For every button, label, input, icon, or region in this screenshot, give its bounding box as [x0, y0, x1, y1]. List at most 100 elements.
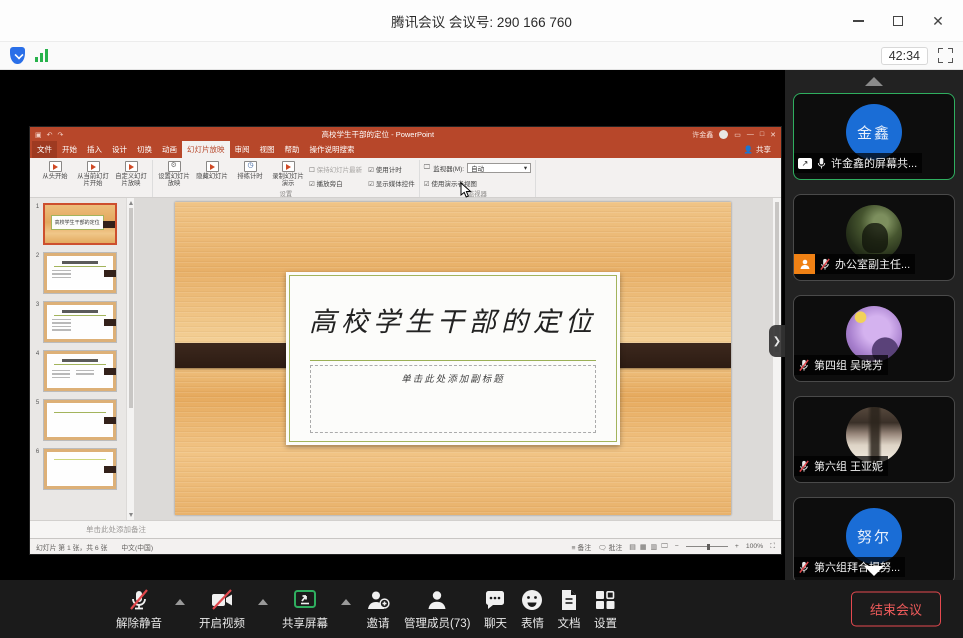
ppt-restore-icon[interactable]: □	[760, 131, 764, 138]
zoom-out-icon[interactable]: −	[675, 543, 679, 550]
end-meeting-button[interactable]: 结束会议	[851, 592, 941, 627]
hide-slide-button[interactable]: 隐藏幻灯片	[195, 161, 229, 180]
slide-thumbnail-row: 5	[32, 399, 126, 441]
slide-thumbnail-6[interactable]	[43, 448, 117, 490]
documents-button[interactable]: 文档	[557, 588, 580, 631]
slide-thumbnail-1[interactable]: 高校学生干部的定位	[43, 203, 117, 245]
title-slide[interactable]: 高校学生干部的定位 单击此处添加副标题	[175, 202, 731, 515]
ppt-tab-insert[interactable]: 插入	[82, 141, 107, 158]
meeting-security-icon[interactable]	[10, 47, 25, 64]
slide-area-scrollbar[interactable]	[772, 198, 781, 520]
slide-thumbnail-row: 2	[32, 252, 126, 294]
slide-editing-area: 高校学生干部的定位 单击此处添加副标题	[135, 198, 781, 520]
participants-scroll-up-icon[interactable]	[865, 77, 883, 86]
mic-muted-icon	[127, 588, 151, 612]
ppt-share-button[interactable]: 👤共享	[736, 141, 779, 158]
play-from-current-icon	[87, 161, 100, 172]
manage-members-button[interactable]: 管理成员(73)	[404, 588, 470, 631]
slide-thumbnail-2[interactable]	[43, 252, 117, 294]
share-options-chevron[interactable]	[341, 599, 351, 605]
slide-divider-line	[310, 360, 597, 361]
ppt-tab-animations[interactable]: 动画	[157, 141, 182, 158]
settings-button[interactable]: 设置	[593, 588, 617, 631]
language-status[interactable]: 中文(中国)	[121, 542, 153, 552]
ppt-tab-file[interactable]: 文件	[32, 141, 57, 158]
participant-tile-deputy-director[interactable]: 办公室副主任...	[793, 194, 955, 281]
mic-muted-icon	[819, 258, 831, 271]
notes-toggle-button[interactable]: ≡ 备注	[572, 542, 591, 552]
ppt-tab-design[interactable]: 设计	[107, 141, 132, 158]
zoom-slider[interactable]	[686, 546, 728, 547]
ppt-tab-view[interactable]: 视图	[255, 141, 280, 158]
slide-ribbon-decoration-right	[617, 343, 731, 368]
ppt-tab-home[interactable]: 开始	[57, 141, 82, 158]
from-current-slide-button[interactable]: 从当前幻灯片开始	[76, 161, 110, 187]
ppt-tab-transitions[interactable]: 切换	[132, 141, 157, 158]
screen-sharing-icon: ↗	[798, 158, 812, 169]
custom-slideshow-button[interactable]: 自定义幻灯片放映	[114, 161, 148, 187]
invite-button[interactable]: 邀请	[365, 588, 391, 631]
participant-name: 许金鑫的屏幕共...	[831, 155, 917, 171]
play-narrations-checkbox[interactable]: 播放旁白	[309, 178, 362, 188]
participant-tile-wuxiaofang[interactable]: 第四组 吴晓芳	[793, 295, 955, 382]
participants-scroll-down-icon[interactable]	[864, 566, 884, 576]
minimize-button[interactable]	[843, 7, 873, 35]
network-signal-icon[interactable]	[35, 49, 48, 62]
ribbon-group-start-slideshow: 从头开始 从当前幻灯片开始 自定义幻灯片放映	[34, 160, 153, 197]
slide-thumbnail-3[interactable]	[43, 301, 117, 343]
zoom-in-icon[interactable]: +	[735, 543, 739, 550]
use-timings-checkbox[interactable]: 使用计时	[368, 164, 415, 174]
subtitle-placeholder-box[interactable]: 单击此处添加副标题	[310, 365, 597, 432]
show-media-controls-checkbox[interactable]: 显示媒体控件	[368, 178, 415, 188]
unmute-button[interactable]: 解除静音	[116, 588, 162, 631]
close-button[interactable]: ✕	[923, 7, 953, 35]
emoji-button[interactable]: 表情	[520, 588, 544, 631]
slide-count-status: 幻灯片 第 1 张，共 6 张	[36, 542, 107, 552]
setup-slideshow-button[interactable]: 设置幻灯片放映	[157, 161, 191, 187]
thumbnail-panel-scrollbar[interactable]	[126, 198, 135, 520]
chat-button[interactable]: 聊天	[483, 588, 507, 631]
keep-slides-updated-checkbox[interactable]: 保持幻灯片最新	[309, 164, 362, 174]
share-screen-button[interactable]: 共享屏幕	[282, 588, 328, 631]
from-beginning-button[interactable]: 从头开始	[38, 161, 72, 180]
mic-options-chevron[interactable]	[175, 599, 185, 605]
sidebar-collapse-handle[interactable]: ❯	[769, 325, 785, 357]
avatar: 努尔	[846, 508, 902, 564]
rehearse-timings-button[interactable]: 排练计时	[233, 161, 267, 180]
ribbon-group-label	[38, 194, 148, 197]
ppt-ribbon-options-icon[interactable]: ▭	[734, 131, 741, 139]
slide-title-text[interactable]: 高校学生干部的定位	[286, 300, 620, 339]
start-video-button[interactable]: 开启视频	[199, 588, 245, 631]
ppt-tab-review[interactable]: 审阅	[230, 141, 255, 158]
participant-tile-wangyani[interactable]: 第六组 王亚妮	[793, 396, 955, 483]
host-badge-icon	[794, 254, 815, 274]
tencent-meeting-window: 腾讯会议 会议号: 290 166 760 ✕ 42:34 ▣↶↷ 高校学生干部…	[0, 0, 963, 638]
ppt-body: 1 高校学生干部的定位 2 3	[30, 198, 781, 520]
comments-toggle-button[interactable]: 🗨 批注	[598, 542, 622, 552]
maximize-button[interactable]	[883, 7, 913, 35]
monitor-dropdown[interactable]: 自动▾	[467, 163, 531, 173]
hide-slide-icon	[206, 161, 219, 172]
video-options-chevron[interactable]	[258, 599, 268, 605]
minimize-icon	[853, 20, 864, 22]
participant-name: 办公室副主任...	[835, 256, 910, 272]
ppt-notes-pane[interactable]: 单击此处添加备注	[30, 520, 781, 538]
ppt-quick-access-toolbar[interactable]: ▣↶↷	[35, 131, 63, 139]
ppt-tab-slideshow[interactable]: 幻灯片放映	[182, 141, 230, 158]
ppt-close-icon[interactable]: ✕	[770, 131, 776, 139]
fullscreen-icon[interactable]	[938, 48, 953, 63]
chevron-right-icon: ❯	[773, 336, 781, 347]
zoom-level[interactable]: 100%	[746, 543, 763, 550]
ppt-tab-tellme[interactable]: 操作说明搜索	[305, 141, 360, 158]
slide-thumbnail-5[interactable]	[43, 399, 117, 441]
ppt-document-title: 高校学生干部的定位 - PowerPoint	[63, 129, 692, 140]
ppt-minimize-icon[interactable]: —	[747, 131, 754, 138]
slide-title-card: 高校学生干部的定位 单击此处添加副标题	[286, 272, 620, 444]
participant-tile-jinxin[interactable]: 金鑫 ↗ 许金鑫的屏幕共...	[793, 93, 955, 180]
ppt-titlebar: ▣↶↷ 高校学生干部的定位 - PowerPoint 许金鑫 ▭ — □ ✕	[30, 127, 781, 142]
record-slideshow-button[interactable]: 录制幻灯片演示	[271, 161, 305, 187]
ppt-tab-help[interactable]: 帮助	[280, 141, 305, 158]
slide-thumbnail-4[interactable]	[43, 350, 117, 392]
fit-slide-icon[interactable]: ⛶	[770, 543, 775, 551]
view-switcher-icons[interactable]: ▤▦▥🖵	[629, 543, 668, 551]
